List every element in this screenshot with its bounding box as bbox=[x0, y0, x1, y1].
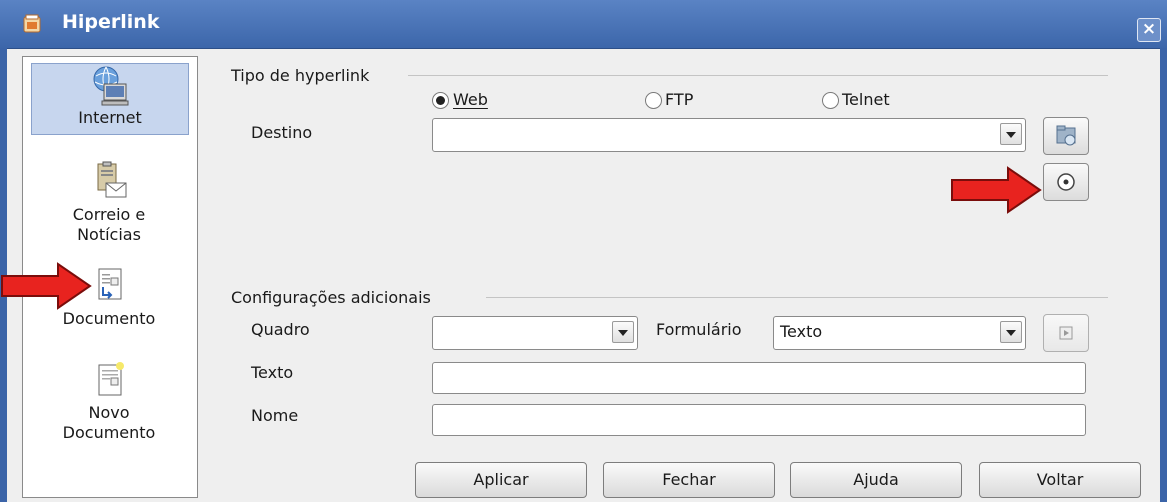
app-icon bbox=[23, 14, 41, 33]
destino-combobox[interactable] bbox=[432, 118, 1026, 152]
nome-input[interactable] bbox=[432, 404, 1086, 436]
sidebar-item-label-line2: Documento bbox=[62, 423, 156, 442]
internet-globe-icon bbox=[93, 66, 129, 106]
section-title-hyperlink-type: Tipo de hyperlink bbox=[231, 66, 370, 85]
sidebar-item-internet[interactable]: Internet bbox=[31, 63, 189, 135]
nome-label: Nome bbox=[251, 406, 299, 425]
close-button[interactable]: Fechar bbox=[603, 462, 775, 498]
section-divider bbox=[486, 297, 1108, 298]
section-title-additional-settings: Configurações adicionais bbox=[231, 288, 431, 307]
annotation-arrow-target bbox=[951, 166, 1042, 214]
folder-browse-icon bbox=[1056, 125, 1076, 146]
title-bar: Hiperlink × bbox=[0, 0, 1167, 49]
formulario-label: Formulário bbox=[656, 320, 742, 339]
formulario-value: Texto bbox=[780, 322, 823, 341]
section-divider bbox=[408, 75, 1108, 76]
quadro-label: Quadro bbox=[251, 320, 310, 339]
radio-web-label[interactable]: Web bbox=[453, 90, 488, 109]
browse-web-button[interactable] bbox=[1043, 117, 1089, 155]
chevron-down-icon[interactable] bbox=[1000, 321, 1022, 343]
apply-button[interactable]: Aplicar bbox=[415, 462, 587, 498]
events-icon bbox=[1059, 326, 1073, 340]
radio-telnet-label[interactable]: Telnet bbox=[842, 90, 890, 109]
radio-telnet[interactable] bbox=[822, 92, 839, 109]
window-title: Hiperlink bbox=[62, 11, 160, 33]
radio-ftp-label[interactable]: FTP bbox=[665, 90, 693, 109]
back-button[interactable]: Voltar bbox=[979, 462, 1141, 498]
sidebar-item-label-line1: Correio e bbox=[72, 205, 146, 224]
annotation-arrow-document bbox=[1, 262, 92, 310]
sidebar-item-mail-news[interactable]: Correio e Notícias bbox=[31, 161, 187, 257]
texto-label: Texto bbox=[251, 363, 294, 382]
window-frame-right bbox=[1160, 48, 1167, 502]
sidebar-item-label-line1: Novo bbox=[88, 403, 130, 422]
chevron-down-icon[interactable] bbox=[612, 321, 634, 343]
sidebar-item-new-document[interactable]: Novo Documento bbox=[31, 359, 187, 455]
destino-label: Destino bbox=[251, 123, 313, 142]
close-window-button[interactable]: × bbox=[1137, 18, 1161, 42]
target-icon bbox=[1057, 173, 1075, 191]
radio-web[interactable] bbox=[432, 92, 449, 109]
quadro-combobox[interactable] bbox=[432, 316, 638, 350]
sidebar-item-label: Documento bbox=[62, 309, 156, 328]
sidebar-item-label: Internet bbox=[78, 108, 142, 127]
radio-ftp[interactable] bbox=[645, 92, 662, 109]
help-button[interactable]: Ajuda bbox=[790, 462, 962, 498]
hyperlink-dialog: Hiperlink × Internet Correio e Notícias … bbox=[0, 0, 1167, 502]
document-icon bbox=[98, 268, 122, 300]
mail-news-icon bbox=[97, 161, 127, 198]
events-button[interactable] bbox=[1043, 314, 1089, 352]
chevron-down-icon[interactable] bbox=[1000, 123, 1022, 145]
target-in-document-button[interactable] bbox=[1043, 163, 1089, 201]
sidebar-item-label-line2: Notícias bbox=[77, 225, 141, 244]
new-document-icon bbox=[98, 362, 124, 396]
texto-input[interactable] bbox=[432, 362, 1086, 394]
formulario-combobox[interactable]: Texto bbox=[773, 316, 1026, 350]
